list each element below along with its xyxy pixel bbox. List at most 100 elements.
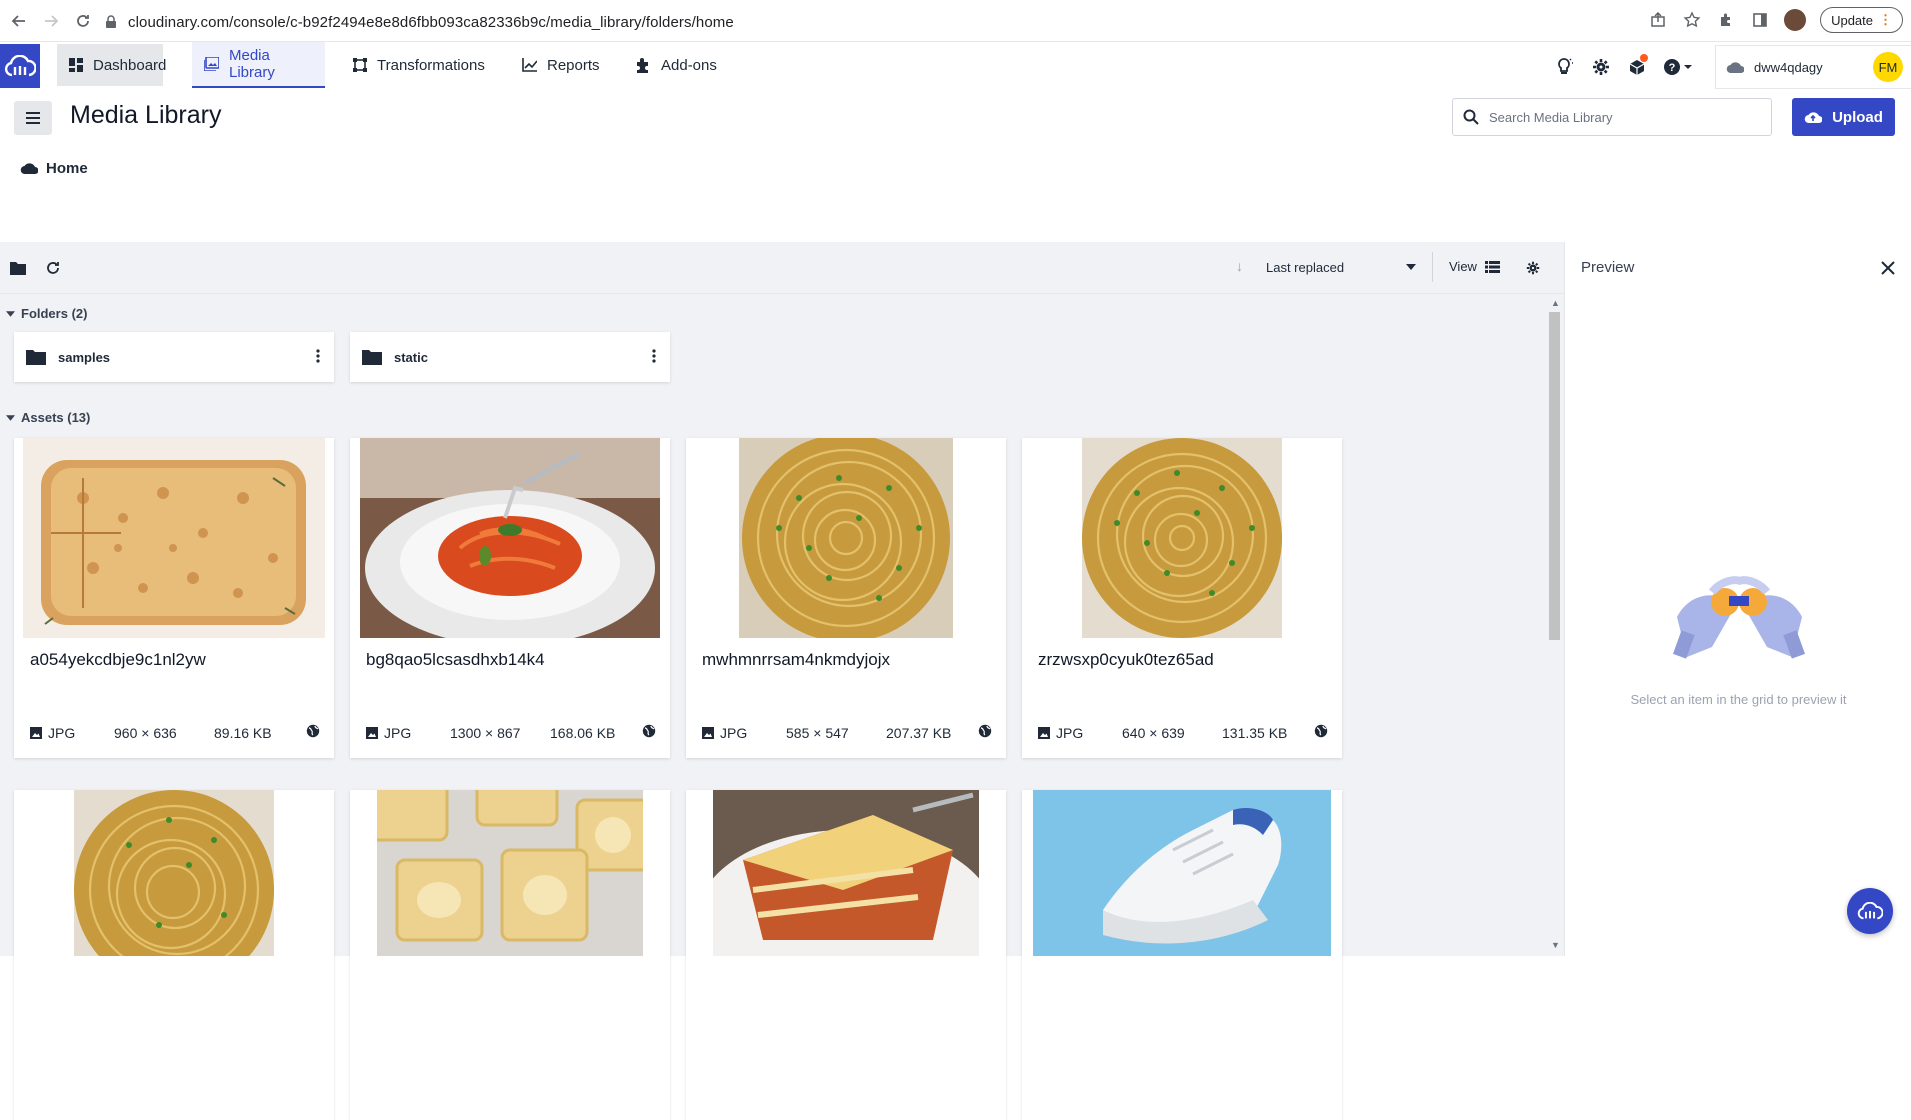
transformations-icon [353, 58, 367, 72]
refresh-icon[interactable] [43, 258, 63, 278]
tab-label: Transformations [377, 56, 485, 74]
view-label: View [1449, 259, 1477, 274]
media-library-icon [204, 57, 219, 71]
list-view-icon [1484, 260, 1500, 273]
tab-label: Add-ons [661, 56, 717, 74]
scroll-down-icon[interactable]: ▼ [1550, 940, 1561, 950]
asset-name: mwhmnrrsam4nkmdyjojx [702, 650, 890, 669]
scrollbar-thumb[interactable] [1549, 312, 1560, 640]
dashboard-icon [69, 58, 83, 72]
whats-new-icon[interactable] [1619, 50, 1655, 84]
tab-label: Dashboard [93, 56, 167, 74]
search-box[interactable] [1452, 98, 1772, 136]
upload-button[interactable]: Upload [1792, 98, 1895, 136]
tab-label: Media Library [229, 47, 275, 81]
gear-icon[interactable] [1583, 50, 1619, 84]
menu-toggle-button[interactable] [14, 101, 52, 135]
cloud-upload-icon [1804, 112, 1823, 124]
extensions-icon[interactable] [1716, 10, 1736, 30]
tab-reports[interactable]: Reports [510, 42, 612, 88]
side-panel-icon[interactable] [1750, 10, 1770, 30]
folder-name: static [394, 349, 428, 365]
breadcrumb[interactable]: Home [20, 160, 88, 177]
support-chat-button[interactable] [1847, 888, 1893, 934]
asset-card[interactable]: a054yekcdbje9c1nl2yw JPG 960 × 636 89.16… [14, 438, 334, 758]
image-icon [1038, 726, 1050, 739]
account-switcher[interactable]: dww4qdagy FM [1715, 45, 1911, 89]
asset-card[interactable]: bg8qao5lcsasdhxb14k4 JPG 1300 × 867 168.… [350, 438, 670, 758]
settings-gear-icon[interactable] [1523, 258, 1543, 278]
asset-card[interactable] [1022, 790, 1342, 1120]
asset-card[interactable] [350, 790, 670, 1120]
toolbar-divider [1432, 252, 1433, 282]
asset-thumbnail-spaghetti-garlic-2[interactable] [1082, 438, 1282, 638]
reload-icon[interactable] [68, 6, 98, 36]
globe-icon [1314, 724, 1328, 741]
back-icon[interactable] [4, 6, 34, 36]
tab-transformations[interactable]: Transformations [341, 42, 497, 88]
asset-dimensions: 640 × 639 [1122, 724, 1185, 741]
assets-heading: Assets (13) [21, 410, 91, 425]
sort-select[interactable]: Last replaced [1266, 256, 1416, 278]
asset-card[interactable]: mwhmnrrsam4nkmdyjojx JPG 585 × 547 207.3… [686, 438, 1006, 758]
search-input[interactable] [1489, 109, 1749, 125]
globe-icon [978, 724, 992, 741]
asset-dimensions: 1300 × 867 [450, 724, 521, 741]
more-options-icon[interactable] [652, 348, 656, 366]
folder-card[interactable]: static [350, 332, 670, 382]
more-options-icon[interactable] [316, 348, 320, 366]
tab-label: Reports [547, 56, 600, 74]
forward-icon[interactable] [36, 6, 66, 36]
scroll-up-icon[interactable]: ▲ [1550, 298, 1561, 308]
bookmark-star-icon[interactable] [1682, 10, 1702, 30]
tab-media-library[interactable]: Media Library [192, 42, 325, 88]
asset-size: 131.35 KB [1222, 724, 1288, 741]
asset-thumbnail-sneaker[interactable] [1033, 790, 1331, 956]
caret-down-icon [6, 310, 15, 317]
asset-thumbnail-spaghetti-garlic[interactable] [739, 438, 953, 638]
asset-card[interactable] [686, 790, 1006, 1120]
caret-down-icon [1406, 264, 1416, 270]
profile-avatar[interactable] [1784, 9, 1807, 31]
more-vert-icon: ⋮ [1879, 12, 1892, 27]
share-icon[interactable] [1648, 10, 1668, 30]
image-icon [30, 726, 42, 739]
update-button[interactable]: Update ⋮ [1820, 7, 1903, 33]
folder-tree-icon[interactable] [8, 258, 28, 278]
asset-format: JPG [720, 724, 748, 741]
folder-icon [26, 350, 46, 365]
cloudinary-logo[interactable] [0, 44, 40, 88]
folders-heading: Folders (2) [21, 306, 88, 321]
tab-addons[interactable]: Add-ons [624, 42, 729, 88]
asset-name: zrzwsxp0cyuk0tez65ad [1038, 650, 1214, 669]
asset-format: JPG [1056, 724, 1084, 741]
asset-thumbnail-lasagna[interactable] [713, 790, 979, 956]
cloud-icon [1726, 62, 1744, 74]
avatar[interactable]: FM [1873, 52, 1903, 82]
view-toggle[interactable]: View [1449, 259, 1500, 274]
lightbulb-icon[interactable] [1547, 50, 1583, 84]
assets-section-toggle[interactable]: Assets (13) [6, 410, 90, 425]
address-bar[interactable]: cloudinary.com/console/c-b92f2494e8e8d6f… [104, 8, 1664, 36]
asset-thumbnail-spaghetti-tomato[interactable] [360, 438, 660, 638]
breadcrumb-home[interactable]: Home [46, 160, 88, 177]
reports-icon [522, 58, 537, 72]
asset-thumbnail-ravioli[interactable] [377, 790, 643, 956]
asset-card[interactable] [14, 790, 334, 1120]
upload-label: Upload [1832, 108, 1883, 126]
folder-card[interactable]: samples [14, 332, 334, 382]
folders-section-toggle[interactable]: Folders (2) [6, 306, 87, 321]
asset-thumbnail-spaghetti-3[interactable] [74, 790, 274, 956]
caret-down-icon [6, 414, 15, 421]
sort-direction-icon[interactable]: ↓ [1236, 258, 1243, 274]
close-icon[interactable] [1881, 258, 1895, 281]
image-icon [702, 726, 714, 739]
asset-meta: JPG 960 × 636 89.16 KB [30, 724, 320, 741]
tab-dashboard[interactable]: Dashboard [57, 44, 167, 86]
url-text: cloudinary.com/console/c-b92f2494e8e8d6f… [128, 13, 734, 31]
asset-card[interactable]: zrzwsxp0cyuk0tez65ad JPG 640 × 639 131.3… [1022, 438, 1342, 758]
help-icon[interactable]: ? [1655, 50, 1701, 84]
preview-title: Preview [1581, 259, 1635, 276]
cloudinary-chat-icon [1857, 902, 1883, 920]
asset-thumbnail-focaccia[interactable] [23, 438, 325, 638]
